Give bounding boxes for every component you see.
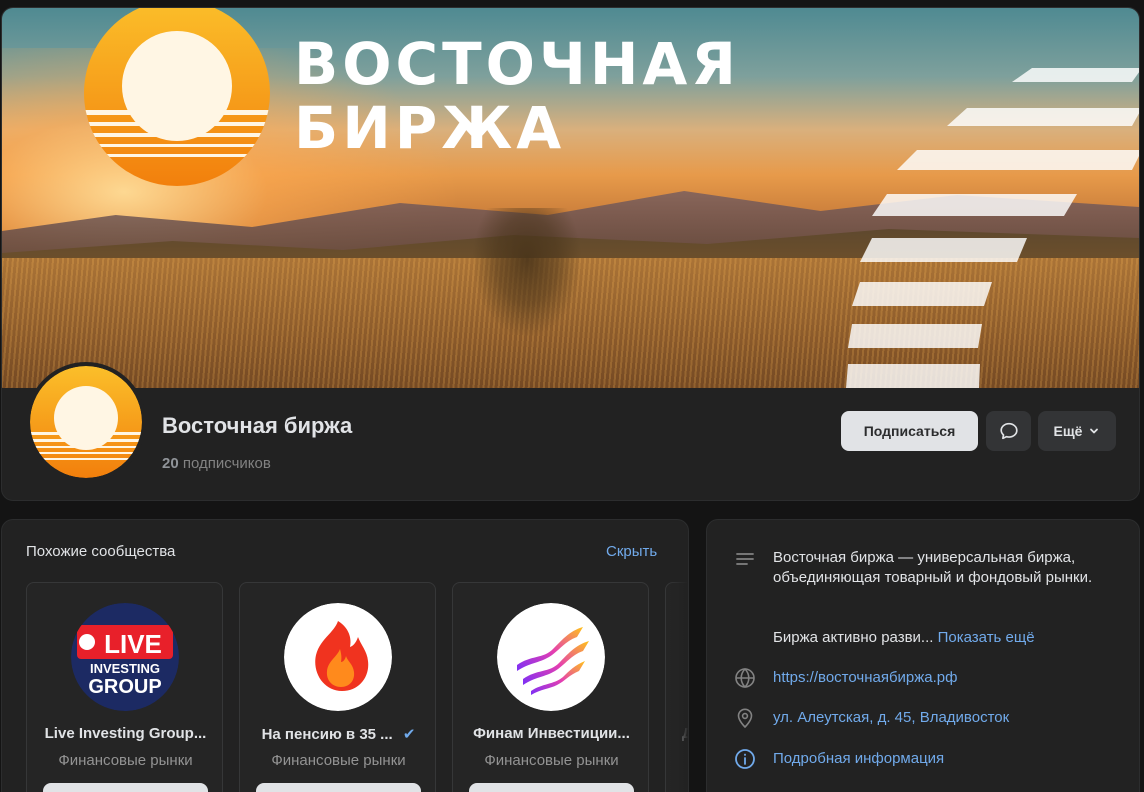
- community-name[interactable]: Финам Инвестиции...: [463, 725, 640, 742]
- globe-icon: [735, 667, 755, 689]
- brand-wordmark: ВОСТОЧНАЯ БИРЖА: [294, 32, 754, 160]
- description-truncated: Биржа активно разви...: [773, 629, 934, 646]
- subscribers-number: 20: [162, 455, 179, 472]
- avatar-investing-text: INVESTING: [90, 661, 160, 676]
- cover-image: ВОСТОЧНАЯ БИРЖА: [2, 8, 1139, 388]
- community-name: На пенсию в 35 ...: [261, 726, 393, 743]
- subscribers-label: подписчиков: [182, 455, 271, 472]
- community-card[interactable]: Финам Инвестиции... Финансовые рынки: [452, 582, 649, 792]
- community-about: Восточная биржа — универсальная биржа, о…: [706, 519, 1140, 792]
- scroll-fade: [668, 580, 688, 792]
- show-more-link[interactable]: Показать ещё: [938, 629, 1035, 646]
- community-avatar[interactable]: LIVE INVESTING GROUP: [71, 603, 179, 711]
- community-card[interactable]: LIVE INVESTING GROUP Live Investing Grou…: [26, 582, 223, 792]
- community-avatar[interactable]: [284, 603, 392, 711]
- subscribe-button[interactable]: [256, 783, 421, 792]
- community-category: Финансовые рынки: [58, 752, 193, 769]
- community-name[interactable]: Live Investing Group...: [37, 725, 214, 742]
- similar-communities: Похожие сообщества Скрыть LIVE INVESTING…: [1, 519, 689, 792]
- community-name: Восточная биржа: [162, 413, 353, 438]
- avatar-group-text: GROUP: [88, 676, 161, 698]
- chevron-down-icon: [1090, 428, 1099, 434]
- subscribers-count[interactable]: 20 подписчиков: [162, 455, 352, 472]
- community-name-row[interactable]: На пенсию в 35 ... ✔: [250, 725, 427, 743]
- similar-title: Похожие сообщества: [26, 543, 176, 560]
- hide-similar-link[interactable]: Скрыть: [606, 543, 657, 560]
- details-link[interactable]: Подробная информация: [773, 749, 1113, 769]
- description-more: Биржа активно разви... Показать ещё: [773, 628, 1113, 648]
- avatar-live-text: LIVE: [104, 629, 162, 659]
- community-avatar[interactable]: [497, 603, 605, 711]
- decorative-stripes-icon: [846, 68, 1139, 388]
- subscribe-button[interactable]: Подписаться: [841, 411, 978, 451]
- message-button[interactable]: [986, 411, 1031, 451]
- chat-bubble-icon: [999, 422, 1018, 440]
- subscribe-button[interactable]: [469, 783, 634, 792]
- subscribe-button[interactable]: [43, 783, 208, 792]
- more-button[interactable]: Ещё: [1038, 411, 1116, 451]
- info-icon: [735, 749, 755, 769]
- community-card[interactable]: На пенсию в 35 ... ✔ Финансовые рынки: [239, 582, 436, 792]
- text-lines-icon: [736, 553, 754, 565]
- community-description: Восточная биржа — универсальная биржа, о…: [773, 549, 1093, 586]
- location-pin-icon: [737, 708, 753, 729]
- address-link[interactable]: ул. Алеутская, д. 45, Владивосток: [773, 708, 1113, 728]
- profile-info: Восточная биржа 20 подписчиков: [162, 413, 352, 472]
- community-header: ВОСТОЧНАЯ БИРЖА Восточная биржа 20 подпи…: [1, 7, 1140, 501]
- brand-line-1: ВОСТОЧНАЯ: [294, 30, 740, 98]
- sun-logo-icon: [84, 8, 270, 186]
- brand-line-2: БИРЖА: [294, 94, 566, 162]
- more-label: Ещё: [1053, 423, 1083, 439]
- verified-icon: ✔: [402, 726, 416, 743]
- community-category: Финансовые рынки: [484, 752, 619, 769]
- website-link[interactable]: https://восточнаябиржа.рф: [773, 668, 1113, 688]
- community-category: Финансовые рынки: [271, 752, 406, 769]
- community-avatar[interactable]: [26, 362, 146, 482]
